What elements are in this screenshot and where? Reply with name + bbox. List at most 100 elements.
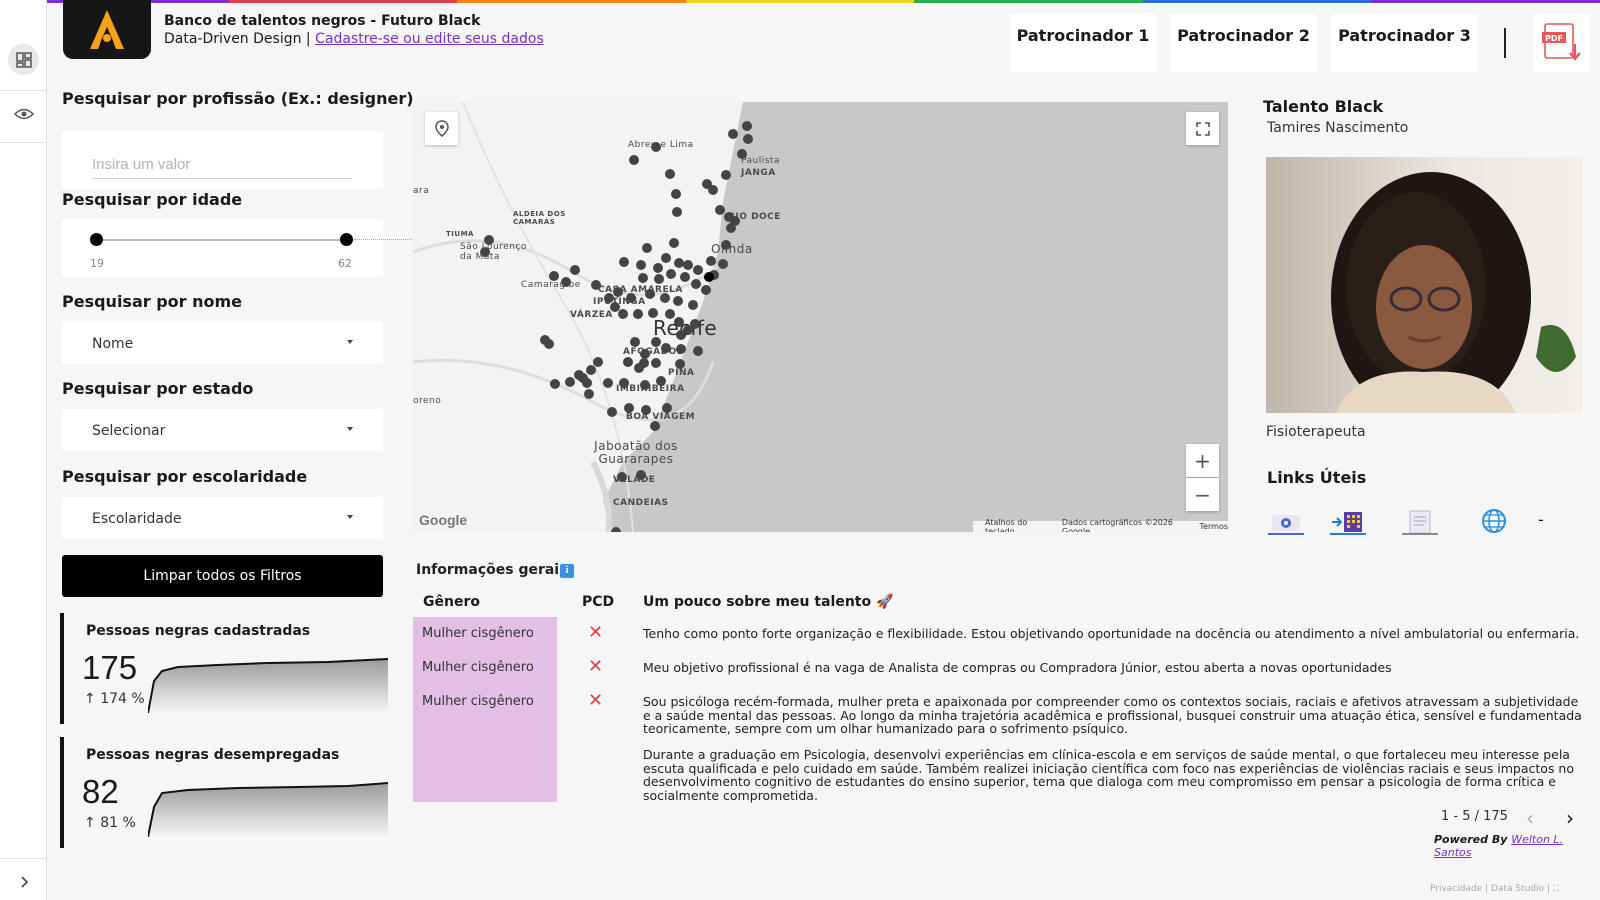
talent-marker <box>675 359 685 369</box>
talent-marker <box>549 271 559 281</box>
signup-link[interactable]: Cadastre-se ou edite seus dados <box>315 31 544 47</box>
age-max-handle[interactable] <box>340 233 353 246</box>
talent-marker <box>683 260 693 270</box>
talent-marker <box>639 358 649 368</box>
talent-marker <box>636 260 646 270</box>
kpi-registered-value: 175 <box>82 649 138 686</box>
talent-marker <box>604 293 614 303</box>
profession-filter-box <box>62 131 383 189</box>
kpi-unemployed: Pessoas negras desempregadas 82 ↑ 81 % <box>60 737 388 848</box>
talent-cell-continued: Durante a graduação em Psicologia, desen… <box>643 747 1574 803</box>
pdf-label: PDF <box>1545 34 1563 43</box>
chevron-down-icon <box>347 427 353 431</box>
talent-marker <box>586 365 596 375</box>
talent-marker <box>666 269 676 279</box>
general-info-title: Informações gerais <box>416 562 568 578</box>
talent-marker <box>648 308 658 318</box>
talent-marker <box>619 378 629 388</box>
pcd-column-header[interactable]: PCD <box>582 594 614 610</box>
talent-marker <box>743 134 753 144</box>
talent-marker <box>651 142 661 152</box>
profession-filter-label: Pesquisar por profissão (Ex.: designer) <box>62 89 414 108</box>
talent-marker <box>645 289 655 299</box>
pcd-no-icon: ✕ <box>588 622 604 643</box>
talent-marker <box>550 379 560 389</box>
pages-icon[interactable] <box>8 44 39 75</box>
kpi-unemployed-value: 82 <box>82 773 119 810</box>
kpi-unemployed-delta: ↑ 81 % <box>84 815 136 831</box>
state-filter-label: Pesquisar por estado <box>62 379 254 398</box>
education-dropdown[interactable]: Escolaridade <box>62 497 383 539</box>
talent-marker <box>674 317 684 327</box>
name-dropdown-value: Nome <box>92 336 134 352</box>
talent-marker <box>690 319 700 329</box>
talent-marker <box>651 337 661 347</box>
talent-marker <box>721 170 731 180</box>
powered-by-prefix: Powered By <box>1434 833 1512 846</box>
talent-marker <box>623 357 633 367</box>
talent-marker <box>701 285 711 295</box>
talent-marker <box>708 185 718 195</box>
prev-page-button[interactable]: ‹ <box>1526 806 1534 830</box>
pdf-export-button[interactable]: PDF <box>1533 14 1590 72</box>
name-dropdown[interactable]: Nome <box>62 322 383 364</box>
map-attribution: Atalhos do teclado Dados cartográficos ©… <box>973 517 1228 533</box>
profession-search-input[interactable] <box>92 151 352 179</box>
talent-marker <box>619 257 629 267</box>
talent-marker <box>721 240 731 250</box>
gender-cell: Mulher cisgênero <box>422 694 534 709</box>
age-filter-box: 19 62 <box>62 219 383 277</box>
keyboard-shortcuts-link[interactable]: Atalhos do teclado <box>985 518 1052 533</box>
sponsor-1-button[interactable]: Patrocinador 1 <box>1010 14 1156 72</box>
talent-map[interactable]: + − Abreu e Lima Paulista JANGA ALDEIA D… <box>413 102 1228 532</box>
clear-filters-button[interactable]: Limpar todos os Filtros <box>62 555 383 597</box>
talent-marker <box>640 349 650 359</box>
talent-marker <box>669 238 679 248</box>
website-link-icon[interactable] <box>1474 505 1514 535</box>
document-link-icon[interactable] <box>1400 505 1440 535</box>
talent-marker <box>618 309 628 319</box>
age-min-handle[interactable] <box>90 233 103 246</box>
sponsor-2-button[interactable]: Patrocinador 2 <box>1170 14 1317 72</box>
next-page-button[interactable]: › <box>1566 806 1574 830</box>
talent-marker <box>544 339 554 349</box>
sponsor-3-button[interactable]: Patrocinador 3 <box>1331 14 1478 72</box>
kpi-registered-delta-value: 174 % <box>100 691 145 707</box>
talent-marker <box>661 343 671 353</box>
talent-card-title: Talento Black <box>1263 97 1384 116</box>
talent-marker <box>607 407 617 417</box>
chevron-down-icon <box>347 340 353 344</box>
talent-marker <box>715 205 725 215</box>
talent-marker <box>693 265 703 275</box>
map-data-credit: Dados cartográficos ©2026 Google <box>1061 517 1173 533</box>
info-icon[interactable]: i <box>560 564 574 578</box>
state-dropdown-value: Selecionar <box>92 423 166 439</box>
expand-rail-icon[interactable] <box>8 866 39 897</box>
talent-marker <box>641 405 651 415</box>
footer-links[interactable]: Privacidade | Data Studio | ⛶ <box>1430 884 1559 894</box>
gender-column-header[interactable]: Gênero <box>423 594 480 610</box>
talent-marker <box>672 207 682 217</box>
talent-marker <box>603 378 613 388</box>
state-dropdown[interactable]: Selecionar <box>62 409 383 451</box>
email-link-icon[interactable] <box>1266 505 1306 535</box>
talent-marker <box>688 300 698 310</box>
talent-marker <box>611 527 621 532</box>
talent-marker <box>665 309 675 319</box>
kpi-registered-title: Pessoas negras cadastradas <box>86 623 311 639</box>
talent-marker <box>638 273 648 283</box>
talent-marker <box>480 247 490 257</box>
talent-marker <box>691 279 701 289</box>
talent-marker <box>706 256 716 266</box>
view-mode-icon[interactable] <box>8 98 39 129</box>
company-link-icon[interactable] <box>1328 505 1368 535</box>
pcd-no-icon: ✕ <box>588 656 604 677</box>
pagination-range: 1 - 5 / 175 <box>1441 809 1508 824</box>
age-min-value: 19 <box>90 257 104 270</box>
talent-column-header[interactable]: Um pouco sobre meu talento 🚀 <box>643 594 893 610</box>
dashboard-title: Banco de talentos negros - Futuro Black <box>164 13 481 29</box>
terms-link[interactable]: Termos <box>1200 522 1228 531</box>
talent-marker <box>660 293 670 303</box>
chevron-down-icon <box>347 515 353 519</box>
talent-marker <box>651 358 661 368</box>
